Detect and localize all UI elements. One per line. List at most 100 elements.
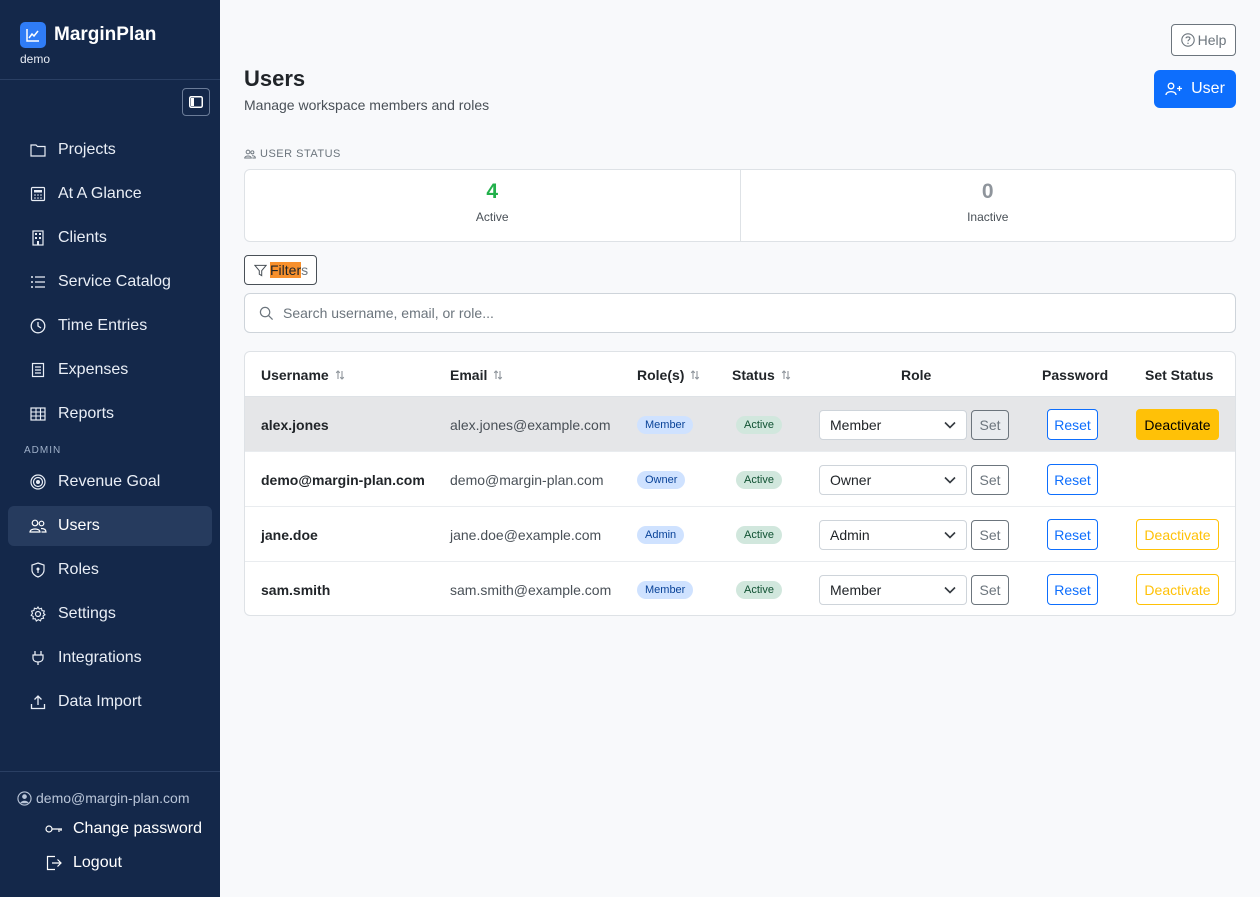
inactive-count: 0 xyxy=(981,180,994,203)
chevron-down-icon xyxy=(944,531,956,539)
column-username[interactable]: Username xyxy=(261,367,345,383)
status-cell: Active xyxy=(736,452,782,507)
sidebar-item-label: Integrations xyxy=(58,649,142,666)
filters-button[interactable]: Filter s xyxy=(244,255,317,285)
upload-icon xyxy=(29,693,47,711)
person-plus-icon xyxy=(1165,80,1183,98)
sidebar-item-label: Reports xyxy=(58,405,115,422)
set-status-cell: Deactivate xyxy=(1136,507,1219,562)
divider xyxy=(0,79,220,80)
current-user-email: demo@margin-plan.com xyxy=(16,790,190,806)
reset-password-button[interactable]: Reset xyxy=(1047,574,1098,605)
status-badge: Active xyxy=(736,470,782,489)
sidebar-item-reports[interactable]: Reports xyxy=(8,394,212,434)
table-row: jane.doe jane.doe@example.com Admin Acti… xyxy=(245,507,1235,562)
sidebar-item-data-import[interactable]: Data Import xyxy=(8,682,212,722)
set-role-button[interactable]: Set xyxy=(971,574,1009,605)
role-select-value: Admin xyxy=(830,526,870,543)
brand[interactable]: MarginPlan xyxy=(20,22,156,48)
reset-password-button[interactable]: Reset xyxy=(1047,519,1098,550)
filters-label-highlighted: Filter xyxy=(270,262,302,278)
role-cell: Member Set xyxy=(819,397,1009,452)
receipt-icon xyxy=(29,361,47,379)
search-box[interactable] xyxy=(244,293,1236,333)
logout-label: Logout xyxy=(73,854,122,871)
column-status-label: Status xyxy=(732,367,775,383)
status-cell: Active xyxy=(736,397,782,452)
deactivate-button[interactable]: Deactivate xyxy=(1136,409,1219,440)
sidebar-item-time-entries[interactable]: Time Entries xyxy=(8,306,212,346)
password-cell: Reset xyxy=(1047,397,1098,452)
inactive-label: Inactive xyxy=(967,210,1009,224)
add-user-button[interactable]: User xyxy=(1154,70,1236,108)
table-header: Username Email Role(s) Status Role Passw… xyxy=(245,352,1235,397)
reset-password-button[interactable]: Reset xyxy=(1047,409,1098,440)
role-select[interactable]: Member xyxy=(819,574,967,605)
status-badge: Active xyxy=(736,415,782,434)
column-status[interactable]: Status xyxy=(732,367,791,383)
set-role-button[interactable]: Set xyxy=(971,519,1009,550)
help-button[interactable]: Help xyxy=(1171,24,1236,56)
sidebar-item-integrations[interactable]: Integrations xyxy=(8,638,212,678)
table-row: sam.smith sam.smith@example.com Member A… xyxy=(245,562,1235,615)
inactive-status: 0 Inactive xyxy=(739,170,1236,241)
role-select-value: Owner xyxy=(830,471,872,488)
search-icon xyxy=(258,305,274,321)
key-icon xyxy=(45,820,63,838)
role-select[interactable]: Owner xyxy=(819,464,967,495)
sidebar-item-expenses[interactable]: Expenses xyxy=(8,350,212,390)
sidebar-item-label: At A Glance xyxy=(58,185,142,202)
clock-icon xyxy=(29,317,47,335)
sidebar-item-settings[interactable]: Settings xyxy=(8,594,212,634)
sidebar-item-revenue-goal[interactable]: Revenue Goal xyxy=(8,462,212,502)
sidebar-item-clients[interactable]: Clients xyxy=(8,218,212,258)
sidebar-item-at-a-glance[interactable]: At A Glance xyxy=(8,174,212,214)
email-cell: alex.jones@example.com xyxy=(450,416,611,433)
column-set-status: Set Status xyxy=(1145,367,1214,383)
deactivate-button[interactable]: Deactivate xyxy=(1136,574,1219,605)
set-role-button[interactable]: Set xyxy=(971,464,1009,495)
sidebar-item-label: Data Import xyxy=(58,693,142,710)
search-input[interactable] xyxy=(283,305,1183,321)
shield-icon xyxy=(29,561,47,579)
chevron-down-icon xyxy=(944,476,956,484)
sidebar-item-projects[interactable]: Projects xyxy=(8,130,212,170)
people-icon xyxy=(29,517,47,535)
column-email[interactable]: Email xyxy=(450,367,503,383)
sidebar-item-label: Revenue Goal xyxy=(58,473,161,490)
email-cell: sam.smith@example.com xyxy=(450,581,612,598)
sidebar-item-service-catalog[interactable]: Service Catalog xyxy=(8,262,212,302)
column-roles[interactable]: Role(s) xyxy=(637,367,700,383)
sidebar-item-label: Settings xyxy=(58,605,116,622)
folder-icon xyxy=(29,141,47,159)
users-table: Username Email Role(s) Status Role Passw… xyxy=(244,351,1236,616)
username-cell: jane.doe xyxy=(261,526,318,543)
deactivate-button[interactable]: Deactivate xyxy=(1136,519,1219,550)
filters-label-rest: s xyxy=(301,262,309,278)
reset-password-button[interactable]: Reset xyxy=(1047,464,1098,495)
role-select[interactable]: Member xyxy=(819,409,967,440)
status-cell: Active xyxy=(736,507,782,562)
role-cell: Owner Set xyxy=(819,452,1009,507)
gear-icon xyxy=(29,605,47,623)
role-badge: Admin xyxy=(637,525,685,544)
user-email-text: demo@margin-plan.com xyxy=(36,790,190,806)
set-role-button[interactable]: Set xyxy=(971,409,1009,440)
logout-link[interactable]: Logout xyxy=(45,854,122,872)
table-icon xyxy=(29,405,47,423)
role-select[interactable]: Admin xyxy=(819,519,967,550)
chevron-down-icon xyxy=(944,586,956,594)
sidebar-item-users[interactable]: Users xyxy=(8,506,212,546)
password-cell: Reset xyxy=(1047,452,1098,507)
change-password-link[interactable]: Change password xyxy=(45,820,202,838)
sidebar-item-label: Users xyxy=(58,517,100,534)
active-count: 4 xyxy=(486,180,499,203)
target-icon xyxy=(29,473,47,491)
column-password: Password xyxy=(1042,367,1109,383)
active-label: Active xyxy=(475,210,509,224)
sidebar-item-roles[interactable]: Roles xyxy=(8,550,212,590)
sidebar-toggle-button[interactable] xyxy=(182,88,210,116)
status-cell: Active xyxy=(736,562,782,615)
sidebar-item-label: Clients xyxy=(58,229,107,246)
table-row: alex.jones alex.jones@example.com Member… xyxy=(245,397,1235,452)
